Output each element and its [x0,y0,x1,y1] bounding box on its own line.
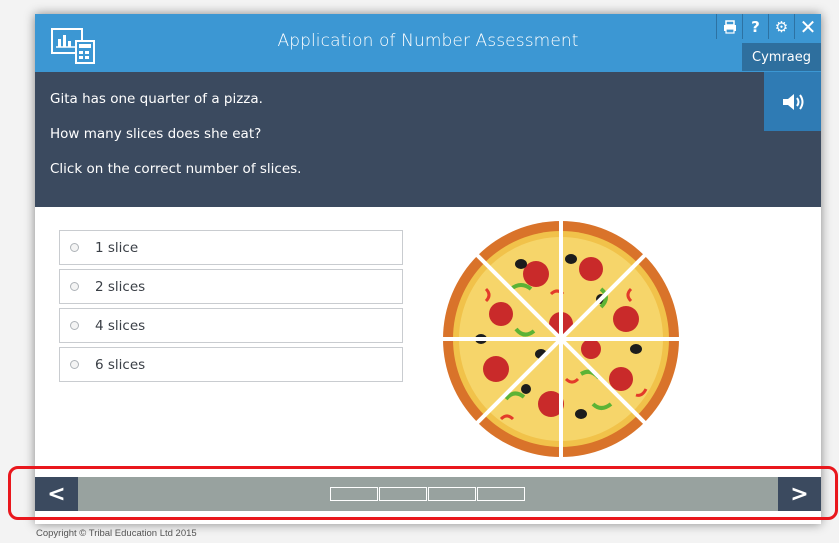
answer-option[interactable]: 6 slices [59,347,403,382]
next-button[interactable]: > [778,477,821,511]
answer-option[interactable]: 4 slices [59,308,403,343]
option-label: 2 slices [95,278,146,295]
radio-button[interactable] [70,282,79,291]
pizza-image [441,219,681,459]
answer-option[interactable]: 2 slices [59,269,403,304]
settings-button[interactable]: ⚙ [768,14,794,39]
question-line: Click on the correct number of slices. [50,161,302,177]
previous-button[interactable]: < [35,477,78,511]
progress-segment [379,487,427,501]
question-panel: Gita has one quarter of a pizza. How man… [35,72,821,207]
radio-button[interactable] [70,243,79,252]
radio-button[interactable] [70,360,79,369]
answer-option[interactable]: 1 slice [59,230,403,265]
chevron-left-icon: < [47,481,66,507]
gear-icon: ⚙ [774,17,789,36]
audio-button[interactable] [764,72,821,131]
chevron-right-icon: > [790,481,809,507]
option-label: 1 slice [95,239,139,256]
progress-segment [477,487,525,501]
question-line: How many slices does she eat? [50,126,262,142]
language-button[interactable]: Cymraeg [742,43,821,71]
close-button[interactable]: ✕ [794,14,821,39]
copyright-text: Copyright © Tribal Education Ltd 2015 [36,528,197,539]
radio-button[interactable] [70,321,79,330]
progress-segment [428,487,476,501]
help-button[interactable]: ? [742,14,768,39]
close-icon: ✕ [799,14,817,39]
question-line: Gita has one quarter of a pizza. [50,91,263,107]
progress-indicator [330,487,526,501]
assessment-window: Application of Number Assessment ? ⚙ ✕ C… [35,14,821,524]
speaker-icon [782,93,803,110]
option-label: 6 slices [95,356,146,373]
toolbar: ? ⚙ ✕ [716,14,821,39]
answer-options: 1 slice 2 slices 4 slices 6 slices [59,230,403,386]
header-bar: Application of Number Assessment ? ⚙ ✕ C… [35,14,821,72]
help-icon: ? [751,17,760,36]
navigation-bar: < > [35,477,821,511]
option-label: 4 slices [95,317,146,334]
print-button[interactable] [716,14,742,39]
print-icon [723,19,736,34]
page-title: Application of Number Assessment [277,31,579,51]
progress-segment [330,487,378,501]
